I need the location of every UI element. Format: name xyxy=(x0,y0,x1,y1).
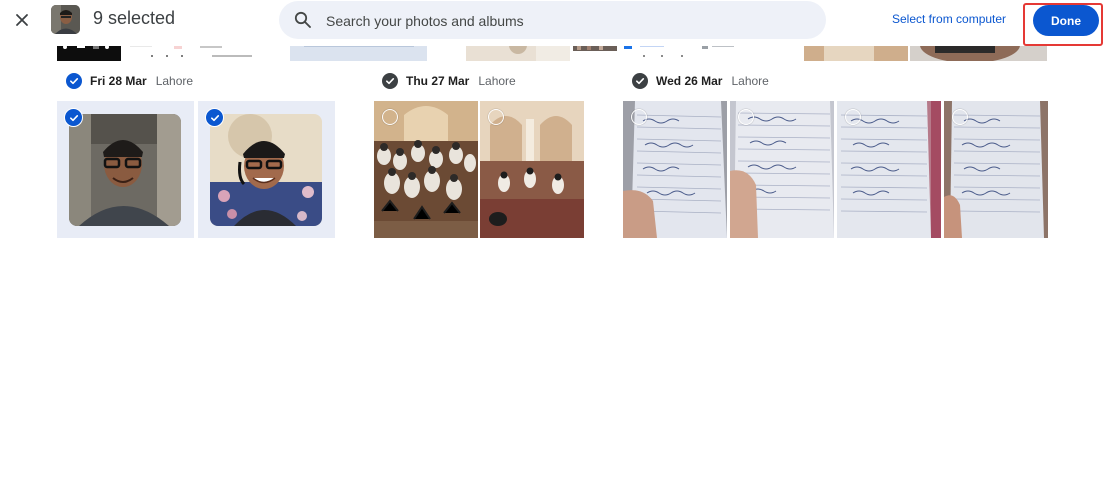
select-day-checkbox[interactable] xyxy=(382,73,398,89)
photo-tile[interactable] xyxy=(198,101,335,238)
date-label: Thu 27 Mar xyxy=(406,74,470,88)
selected-checkmark[interactable] xyxy=(64,108,83,127)
photo-tile[interactable] xyxy=(944,101,1048,238)
done-button[interactable]: Done xyxy=(1033,5,1099,36)
select-photo-checkbox[interactable] xyxy=(952,109,968,125)
search-bar[interactable] xyxy=(279,1,826,41)
checkmark-icon xyxy=(210,114,219,121)
date-label: Fri 28 Mar xyxy=(90,74,147,88)
photo-tile[interactable] xyxy=(374,101,478,238)
location-label: Lahore xyxy=(478,74,516,88)
select-photo-checkbox[interactable] xyxy=(845,109,861,125)
selfie-photo xyxy=(210,114,322,226)
checkmark-icon xyxy=(69,114,78,121)
date-group-header: Fri 28 Mar Lahore xyxy=(66,72,193,90)
checkmark-icon xyxy=(386,78,395,85)
photo-tile[interactable] xyxy=(57,101,194,238)
close-button[interactable] xyxy=(8,6,36,34)
photo-tile[interactable] xyxy=(730,101,834,238)
checkmark-icon xyxy=(70,78,79,85)
select-photo-checkbox[interactable] xyxy=(488,109,504,125)
location-label: Lahore xyxy=(731,74,769,88)
photo-tile[interactable] xyxy=(480,101,584,238)
selection-preview-thumbnail xyxy=(51,5,80,34)
checkmark-icon xyxy=(636,78,645,85)
search-icon xyxy=(293,10,313,30)
selected-checkmark[interactable] xyxy=(205,108,224,127)
select-photo-checkbox[interactable] xyxy=(631,109,647,125)
select-from-computer-link[interactable]: Select from computer xyxy=(892,12,1006,26)
photo-tile[interactable] xyxy=(837,101,941,238)
photo-tile[interactable] xyxy=(623,101,727,238)
selfie-photo xyxy=(69,114,181,226)
search-input[interactable] xyxy=(324,1,808,41)
close-icon xyxy=(16,14,28,26)
top-bar: 9 selected Select from computer Done xyxy=(0,0,1107,46)
select-photo-checkbox[interactable] xyxy=(382,109,398,125)
select-day-checkbox[interactable] xyxy=(632,73,648,89)
select-photo-checkbox[interactable] xyxy=(738,109,754,125)
date-group-header: Wed 26 Mar Lahore xyxy=(632,72,769,90)
date-label: Wed 26 Mar xyxy=(656,74,723,88)
selected-count: 9 selected xyxy=(93,8,176,28)
location-label: Lahore xyxy=(155,74,194,88)
date-group-header: Thu 27 Mar Lahore xyxy=(382,72,516,90)
select-day-checkbox[interactable] xyxy=(66,73,82,89)
